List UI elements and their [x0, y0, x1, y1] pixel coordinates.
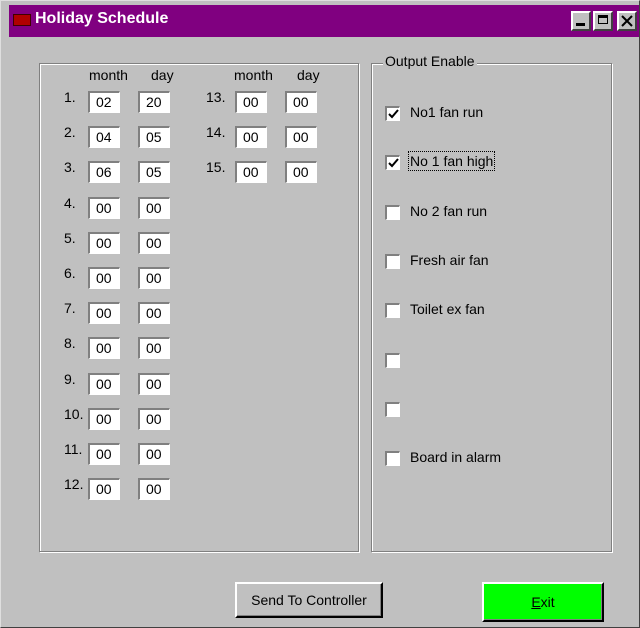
holiday-number-label: 5.	[64, 230, 76, 246]
holiday-month-input[interactable]: 00	[88, 302, 120, 324]
checkbox-box[interactable]	[385, 155, 400, 170]
holiday-day-input[interactable]: 00	[138, 337, 170, 359]
checkbox-label[interactable]: No 1 fan high	[407, 151, 496, 171]
holiday-number-label: 1.	[64, 89, 76, 105]
month-header-right: month	[234, 67, 273, 83]
output-enable-legend: Output Enable	[383, 53, 477, 69]
holiday-number-label: 11.	[64, 441, 83, 457]
holiday-number-label: 10.	[64, 406, 84, 422]
checkbox-label[interactable]: No 2 fan run	[410, 203, 487, 219]
close-button[interactable]	[617, 11, 637, 31]
holiday-month-input[interactable]: 04	[88, 126, 120, 148]
checkbox-label[interactable]: Toilet ex fan	[410, 301, 485, 317]
holiday-month-input[interactable]: 00	[88, 373, 120, 395]
holiday-month-input[interactable]: 00	[88, 408, 120, 430]
holiday-schedule-window: Holiday Schedule Output Enable month day…	[0, 0, 640, 628]
holiday-day-input[interactable]: 00	[138, 408, 170, 430]
holiday-month-input[interactable]: 00	[88, 197, 120, 219]
checkbox-box[interactable]	[385, 254, 400, 269]
holiday-number-label: 12.	[64, 476, 84, 492]
holiday-number-label: 9.	[64, 371, 76, 387]
holiday-month-input[interactable]: 00	[235, 126, 267, 148]
holiday-number-label: 2.	[64, 124, 76, 140]
holiday-month-input[interactable]: 00	[88, 337, 120, 359]
checkbox-box[interactable]	[385, 451, 400, 466]
holiday-day-input[interactable]: 00	[138, 478, 170, 500]
exit-mnemonic: E	[531, 594, 541, 610]
holiday-number-label: 13.	[206, 89, 226, 105]
maximize-button[interactable]	[593, 11, 613, 31]
app-icon	[13, 14, 31, 26]
minimize-icon	[576, 23, 585, 26]
holiday-number-label: 15.	[206, 159, 226, 175]
holiday-number-label: 14.	[206, 124, 226, 140]
send-to-controller-button[interactable]: Send To Controller	[235, 582, 383, 618]
holiday-month-input[interactable]: 00	[88, 267, 120, 289]
holiday-day-input[interactable]: 00	[285, 91, 317, 113]
day-header-right: day	[297, 67, 320, 83]
holiday-day-input[interactable]: 00	[138, 443, 170, 465]
exit-label-rest: xit	[540, 594, 555, 610]
holiday-month-input[interactable]: 00	[88, 232, 120, 254]
holiday-day-input[interactable]: 00	[138, 232, 170, 254]
checkbox-box[interactable]	[385, 303, 400, 318]
holiday-day-input[interactable]: 00	[138, 302, 170, 324]
title-bar[interactable]: Holiday Schedule	[9, 5, 639, 37]
holiday-day-input[interactable]: 00	[285, 126, 317, 148]
checkbox-label[interactable]: Fresh air fan	[410, 252, 489, 268]
holiday-number-label: 7.	[64, 300, 76, 316]
checkbox-label[interactable]: Board in alarm	[410, 449, 501, 465]
minimize-button[interactable]	[571, 11, 591, 31]
checkmark-icon	[388, 158, 399, 168]
day-header-left: day	[151, 67, 174, 83]
exit-button[interactable]: Exit	[482, 582, 604, 622]
holiday-number-label: 6.	[64, 265, 76, 281]
holiday-month-input[interactable]: 00	[235, 161, 267, 183]
checkbox-label[interactable]: No1 fan run	[410, 104, 483, 120]
maximize-icon	[598, 15, 608, 24]
holiday-day-input[interactable]: 05	[138, 161, 170, 183]
checkbox-box[interactable]	[385, 205, 400, 220]
holiday-number-label: 3.	[64, 159, 76, 175]
holiday-number-label: 8.	[64, 335, 76, 351]
holiday-day-input[interactable]: 05	[138, 126, 170, 148]
checkbox-box[interactable]	[385, 353, 400, 368]
holiday-month-input[interactable]: 00	[88, 443, 120, 465]
output-enable-group	[371, 63, 612, 552]
holiday-day-input[interactable]: 00	[285, 161, 317, 183]
holiday-month-input[interactable]: 00	[88, 478, 120, 500]
holiday-day-input[interactable]: 20	[138, 91, 170, 113]
holiday-day-input[interactable]: 00	[138, 373, 170, 395]
holiday-month-input[interactable]: 02	[88, 91, 120, 113]
holiday-day-input[interactable]: 00	[138, 267, 170, 289]
holiday-day-input[interactable]: 00	[138, 197, 170, 219]
checkbox-box[interactable]	[385, 402, 400, 417]
close-icon	[621, 15, 633, 27]
holiday-number-label: 4.	[64, 195, 76, 211]
window-title: Holiday Schedule	[35, 10, 169, 27]
checkbox-box[interactable]	[385, 106, 400, 121]
checkmark-icon	[388, 109, 399, 119]
month-header-left: month	[89, 67, 128, 83]
holiday-month-input[interactable]: 06	[88, 161, 120, 183]
holiday-month-input[interactable]: 00	[235, 91, 267, 113]
